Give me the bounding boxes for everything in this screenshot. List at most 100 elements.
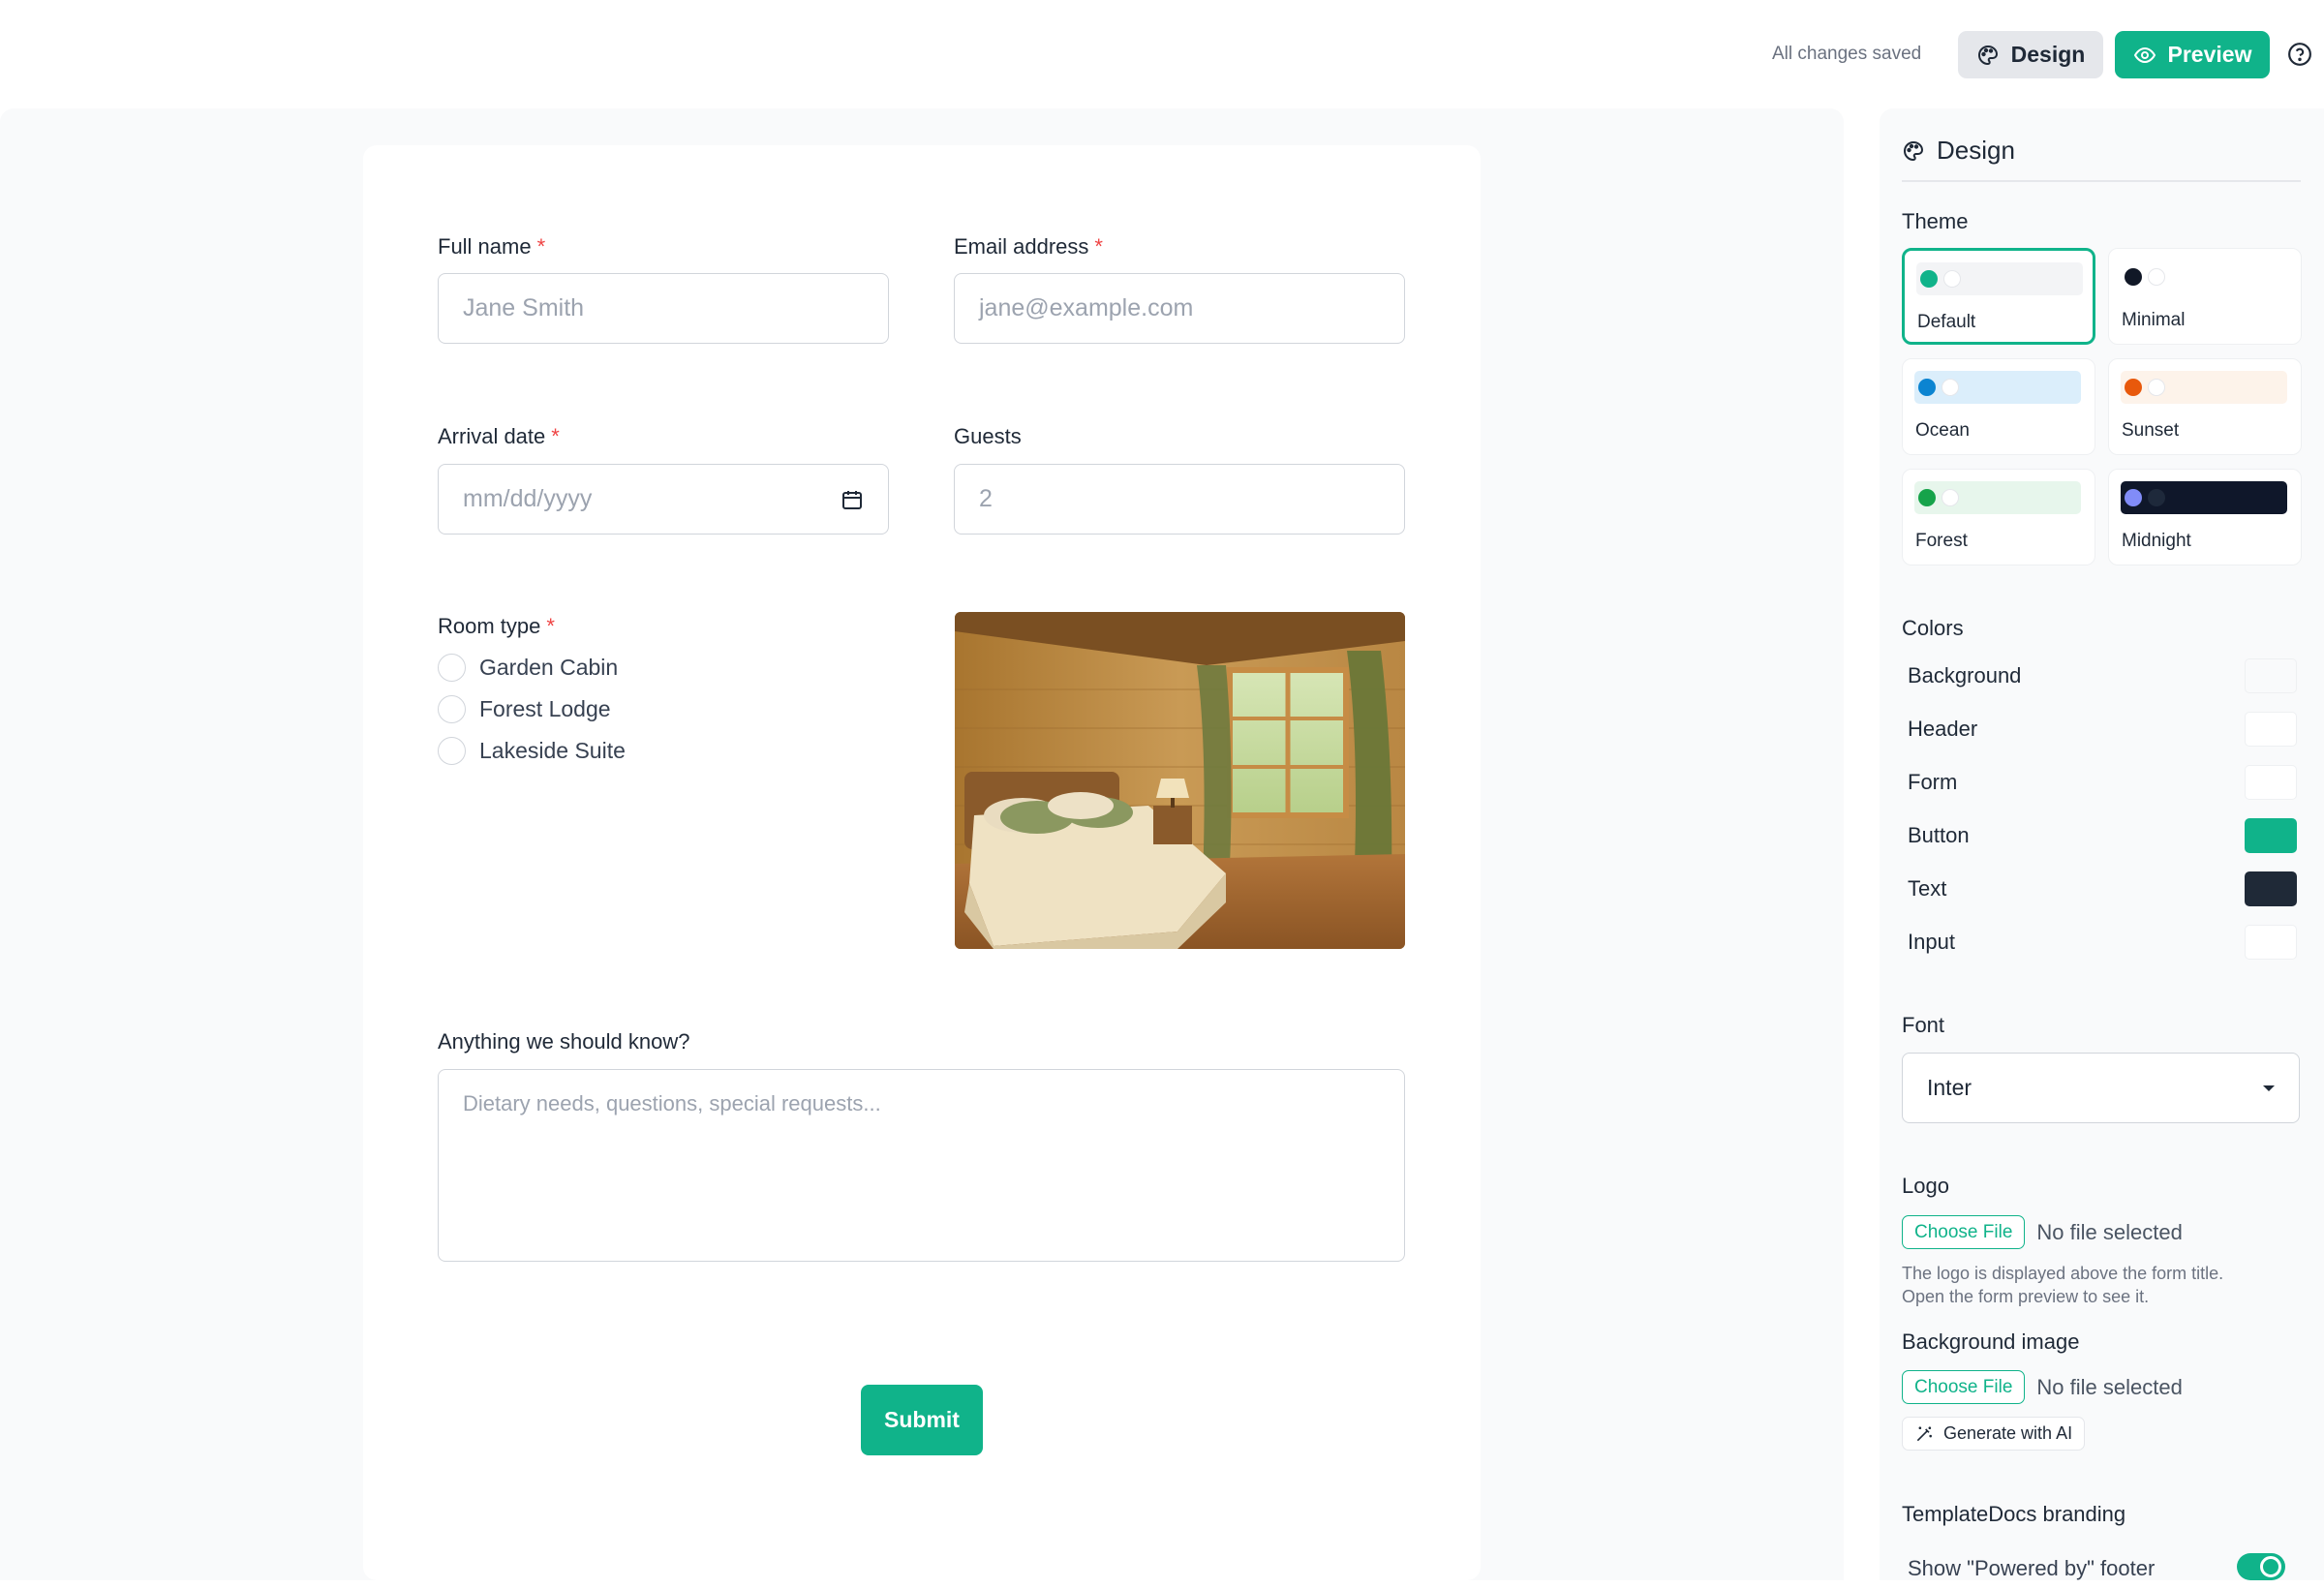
color-row-background: Background xyxy=(1908,657,2297,695)
radio-button[interactable] xyxy=(438,695,466,723)
color-row-header: Header xyxy=(1908,710,2297,749)
email-placeholder: jane@example.com xyxy=(979,294,1194,321)
theme-label: Theme xyxy=(1902,209,1969,233)
radio-button[interactable] xyxy=(438,737,466,765)
choose-logo-file-button[interactable]: Choose File xyxy=(1902,1215,2026,1249)
theme-card-minimal[interactable]: Minimal xyxy=(2108,248,2302,345)
room-option-label: Forest Lodge xyxy=(479,696,611,721)
color-row-input: Input xyxy=(1908,923,2297,962)
theme-card-forest[interactable]: Forest xyxy=(1902,469,2095,565)
chevron-down-icon xyxy=(2263,1085,2275,1091)
theme-dot xyxy=(1918,489,1936,506)
logo-file-status: No file selected xyxy=(2036,1219,2183,1244)
background-file-status: No file selected xyxy=(2036,1374,2183,1399)
required-marker: * xyxy=(546,614,555,638)
help-icon[interactable] xyxy=(2287,42,2312,67)
room-photo xyxy=(955,612,1405,949)
required-marker: * xyxy=(1094,234,1103,259)
logo-hint-line: Open the form preview to see it. xyxy=(1902,1287,2150,1306)
room-option-lakeside-suite[interactable]: Lakeside Suite xyxy=(438,737,626,765)
color-swatch[interactable] xyxy=(2245,925,2297,960)
color-swatch[interactable] xyxy=(2245,658,2297,693)
theme-card-sunset[interactable]: Sunset xyxy=(2108,358,2302,455)
color-name: Header xyxy=(1908,717,1978,741)
theme-name: Default xyxy=(1917,312,1976,332)
required-marker: * xyxy=(536,234,546,259)
theme-swatch xyxy=(2121,371,2287,404)
bottom-edge xyxy=(0,1580,2324,1589)
toggle-knob xyxy=(2260,1556,2281,1577)
calendar-icon[interactable] xyxy=(841,488,864,511)
room-option-forest-lodge[interactable]: Forest Lodge xyxy=(438,695,611,723)
eye-icon xyxy=(2133,46,2156,63)
powered-by-label: Show "Powered by" footer xyxy=(1908,1556,2156,1580)
color-swatch[interactable] xyxy=(2245,818,2297,853)
theme-name: Ocean xyxy=(1915,420,1970,441)
font-select-value: Inter xyxy=(1927,1075,1972,1100)
color-name: Background xyxy=(1908,663,2022,688)
logo-file-picker: Choose File No file selected xyxy=(1902,1215,2183,1249)
color-row-text: Text xyxy=(1908,870,2297,908)
guests-input[interactable]: 2 xyxy=(954,464,1405,535)
theme-swatch xyxy=(1914,371,2081,404)
room-option-garden-cabin[interactable]: Garden Cabin xyxy=(438,654,618,682)
theme-name: Forest xyxy=(1915,531,1968,551)
arrival-date-label: Arrival date * xyxy=(438,424,560,448)
email-input[interactable]: jane@example.com xyxy=(954,273,1405,344)
theme-name: Sunset xyxy=(2122,420,2180,441)
notes-label: Anything we should know? xyxy=(438,1029,690,1054)
generate-ai-label: Generate with AI xyxy=(1943,1423,2073,1443)
color-name: Input xyxy=(1908,930,1955,954)
save-status: All changes saved xyxy=(1772,44,1922,64)
top-bar: All changes saved Design Preview xyxy=(0,0,2324,108)
radio-button[interactable] xyxy=(438,654,466,682)
divider xyxy=(1902,180,2301,182)
theme-dot xyxy=(1942,489,1959,506)
notes-placeholder: Dietary needs, questions, special reques… xyxy=(463,1091,881,1115)
theme-swatch xyxy=(2121,260,2287,293)
room-option-label: Lakeside Suite xyxy=(479,738,626,763)
submit-button[interactable]: Submit xyxy=(861,1385,983,1455)
color-swatch[interactable] xyxy=(2245,712,2297,747)
colors-label: Colors xyxy=(1902,616,1964,640)
notes-textarea[interactable]: Dietary needs, questions, special reques… xyxy=(438,1069,1405,1262)
room-type-label: Room type * xyxy=(438,614,555,638)
theme-dot xyxy=(2148,268,2165,286)
generate-ai-button[interactable]: Generate with AI xyxy=(1902,1417,2086,1451)
color-name: Text xyxy=(1908,876,1947,901)
font-select[interactable]: Inter xyxy=(1902,1053,2300,1123)
theme-dot xyxy=(2125,379,2142,396)
color-swatch[interactable] xyxy=(2245,765,2297,800)
logo-hint: The logo is displayed above the form tit… xyxy=(1902,1262,2223,1308)
guests-value: 2 xyxy=(979,485,993,512)
preview-button[interactable]: Preview xyxy=(2115,31,2270,78)
arrival-date-input[interactable]: mm/dd/yyyy xyxy=(438,464,889,535)
powered-by-toggle[interactable] xyxy=(2237,1553,2285,1580)
background-image-label: Background image xyxy=(1902,1329,2080,1354)
design-button[interactable]: Design xyxy=(1958,31,2103,78)
theme-swatch xyxy=(2121,481,2287,514)
theme-dot xyxy=(2125,268,2142,286)
room-option-label: Garden Cabin xyxy=(479,655,619,680)
theme-card-default[interactable]: Default xyxy=(1902,248,2095,345)
theme-name: Minimal xyxy=(2122,310,2186,330)
preview-button-label: Preview xyxy=(2167,42,2252,67)
theme-swatch xyxy=(1914,481,2081,514)
theme-dot xyxy=(1942,379,1959,396)
logo-label: Logo xyxy=(1902,1174,1949,1198)
branding-label: TemplateDocs branding xyxy=(1902,1502,2126,1526)
font-label: Font xyxy=(1902,1013,1945,1037)
full-name-label: Full name * xyxy=(438,234,546,259)
choose-background-file-button[interactable]: Choose File xyxy=(1902,1370,2026,1404)
theme-dot xyxy=(2125,489,2142,506)
full-name-input[interactable]: Jane Smith xyxy=(438,273,889,344)
theme-swatch xyxy=(1916,262,2083,295)
panel-title: Design xyxy=(1902,136,2015,166)
theme-card-ocean[interactable]: Ocean xyxy=(1902,358,2095,455)
color-name: Form xyxy=(1908,770,1958,794)
theme-dot xyxy=(1920,270,1938,288)
color-swatch[interactable] xyxy=(2245,871,2297,906)
theme-card-midnight[interactable]: Midnight xyxy=(2108,469,2302,565)
full-name-placeholder: Jane Smith xyxy=(463,294,585,321)
theme-dot xyxy=(2148,489,2165,506)
